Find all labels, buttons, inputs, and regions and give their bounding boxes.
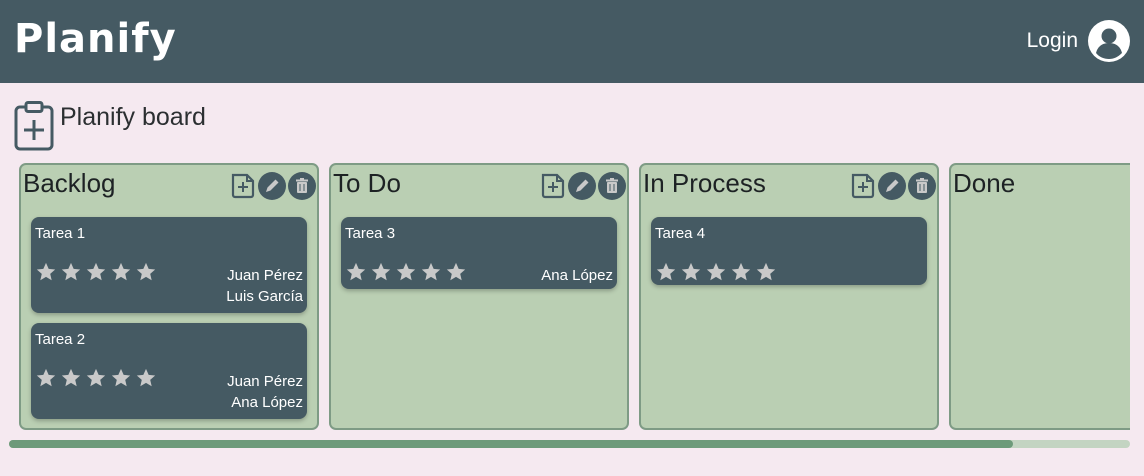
star-icon[interactable] [60,367,82,389]
star-icon[interactable] [60,261,82,283]
star-icon[interactable] [445,261,467,283]
board-title: Planify board [60,103,206,131]
star-icon[interactable] [110,261,132,283]
add-card-button[interactable] [227,171,257,201]
column-in-process: In Process Tarea 4 [639,163,939,430]
task-card[interactable]: Tarea 4 [651,217,927,285]
star-icon[interactable] [35,367,57,389]
star-icon[interactable] [655,261,677,283]
add-card-icon [231,173,255,199]
add-card-icon [541,173,565,199]
trash-icon [288,172,316,200]
star-icon[interactable] [730,261,752,283]
task-title: Tarea 4 [655,225,706,242]
scrollbar-thumb[interactable] [9,440,1013,448]
delete-column-button[interactable] [597,171,627,201]
trash-icon [908,172,936,200]
column-title: In Process [643,168,766,198]
column-backlog: Backlog Tarea 1 Juan Pérez Luis García Tarea… [19,163,319,430]
column-title: To Do [333,168,401,198]
assignee-list: Juan Pérez Luis García [226,265,303,307]
star-icon[interactable] [135,261,157,283]
edit-icon [878,172,906,200]
assignee-name: Juan Pérez [227,373,303,390]
task-card[interactable]: Tarea 2 Juan Pérez Ana López [31,323,307,419]
star-icon[interactable] [705,261,727,283]
star-icon[interactable] [755,261,777,283]
column-title: Backlog [23,168,116,198]
star-icon[interactable] [395,261,417,283]
task-card[interactable]: Tarea 3 Ana López [341,217,617,289]
column-actions [537,171,627,201]
delete-column-button[interactable] [287,171,317,201]
board-header: Planify board [14,101,206,151]
column-to-do: To Do Tarea 3 Ana López [329,163,629,430]
clipboard-plus-icon[interactable] [14,101,54,151]
edit-column-button[interactable] [877,171,907,201]
user-circle-icon [1088,20,1130,62]
assignee-name: Ana López [541,267,613,284]
login-button[interactable]: Login [1027,20,1130,62]
top-navbar: Planify Login [0,0,1144,83]
star-icon[interactable] [35,261,57,283]
horizontal-scrollbar[interactable] [9,440,1130,448]
assignee-name: Ana López [231,394,303,411]
column-title: Done [953,168,1016,198]
delete-column-button[interactable] [907,171,937,201]
add-card-icon [851,173,875,199]
star-icon[interactable] [110,367,132,389]
app-logo[interactable]: Planify [14,14,177,64]
star-icon[interactable] [420,261,442,283]
star-icon[interactable] [85,261,107,283]
edit-column-button[interactable] [567,171,597,201]
task-title: Tarea 2 [35,331,86,348]
task-title: Tarea 3 [345,225,396,242]
star-rating[interactable] [345,261,467,283]
star-icon[interactable] [135,367,157,389]
login-label: Login [1026,29,1078,52]
column-done: Done [949,163,1130,430]
column-actions [847,171,937,201]
star-rating[interactable] [655,261,777,283]
star-icon[interactable] [680,261,702,283]
trash-icon [598,172,626,200]
assignee-name: Luis García [226,288,303,305]
star-icon[interactable] [370,261,392,283]
task-card[interactable]: Tarea 1 Juan Pérez Luis García [31,217,307,313]
star-icon[interactable] [85,367,107,389]
assignee-list: Ana López [541,265,613,286]
assignee-list: Juan Pérez Ana López [227,371,303,413]
edit-icon [258,172,286,200]
column-actions [227,171,317,201]
task-title: Tarea 1 [35,225,86,242]
star-icon[interactable] [345,261,367,283]
edit-column-button[interactable] [257,171,287,201]
board-columns: Backlog Tarea 1 Juan Pérez Luis García Tarea… [19,163,1130,431]
edit-icon [568,172,596,200]
assignee-name: Juan Pérez [227,267,303,284]
add-card-button[interactable] [847,171,877,201]
star-rating[interactable] [35,367,157,389]
star-rating[interactable] [35,261,157,283]
add-card-button[interactable] [537,171,567,201]
